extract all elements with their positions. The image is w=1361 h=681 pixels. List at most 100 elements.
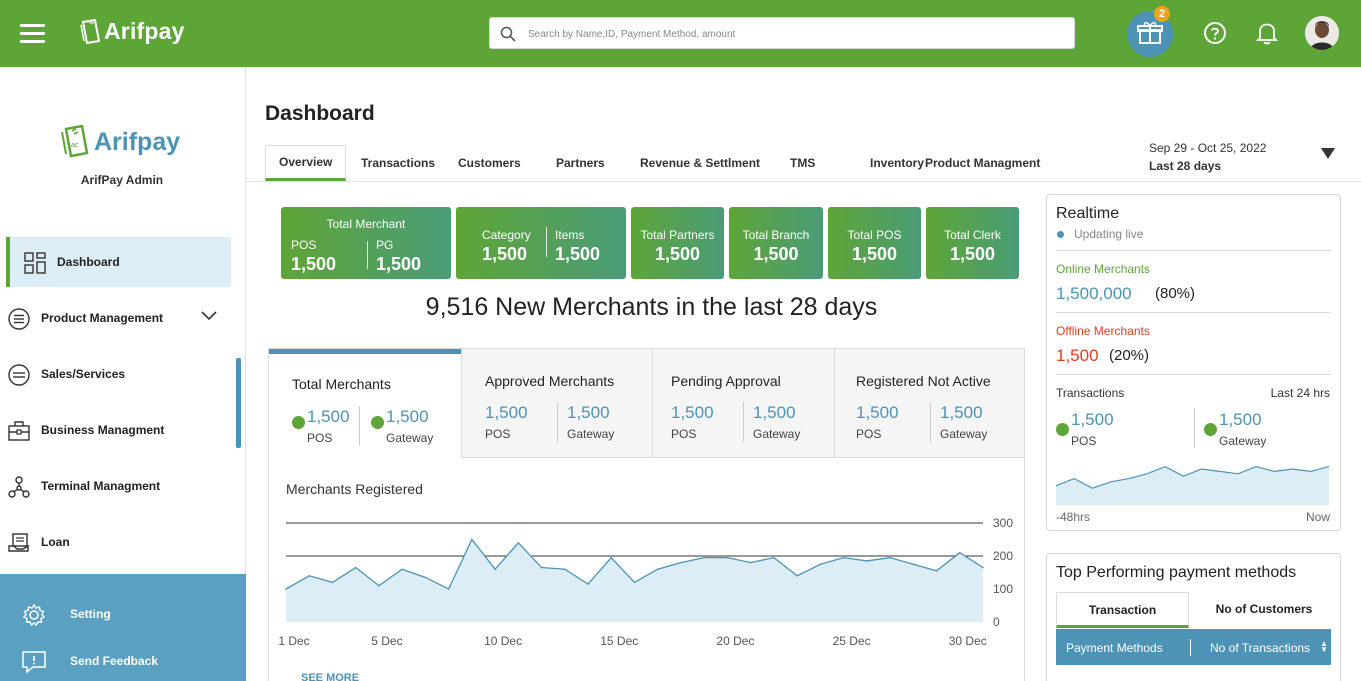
live-status: Updating live — [1074, 227, 1144, 241]
divider — [1056, 312, 1331, 313]
realtime-title: Realtime — [1056, 205, 1120, 222]
sidebar-item-send-feedback[interactable]: Send Feedback — [0, 641, 246, 681]
chevron-down-icon[interactable] — [201, 311, 217, 321]
gateway-label: Gateway — [940, 427, 988, 441]
pos-label: POS — [485, 427, 511, 441]
tab-partners[interactable]: Partners — [556, 145, 605, 181]
stat-tab-pending-approval[interactable]: Pending Approval 1,500 POS 1,500 Gateway — [652, 349, 834, 458]
divider — [1056, 374, 1331, 375]
kpi-total-pos[interactable]: Total POS 1,500 — [828, 207, 921, 279]
brand-name: Arifpay — [104, 18, 185, 44]
sidebar-item-terminal-managment[interactable]: Terminal Managment — [6, 461, 231, 511]
payment-table-header: Payment Methods No of Transactions ▲ ▼ — [1056, 629, 1331, 665]
y-tick-label: 100 — [993, 582, 1013, 596]
tab-transaction[interactable]: Transaction — [1056, 592, 1189, 628]
kpi-total-branch[interactable]: Total Branch 1,500 — [729, 207, 823, 279]
area-fill — [286, 539, 983, 622]
kpi-value: 1,500 — [851, 244, 898, 264]
top-bar: Arifpay 2 — [0, 0, 1361, 67]
data-point — [517, 542, 520, 544]
stat-tab-title: Total Merchants — [292, 376, 391, 392]
date-range-picker[interactable]: Sep 29 - Oct 25, 2022 Last 28 days — [1149, 139, 1266, 175]
data-point — [935, 570, 938, 572]
stat-tab-title: Pending Approval — [671, 373, 781, 389]
sidebar-item-label: Terminal Managment — [41, 479, 161, 493]
data-point — [285, 588, 287, 590]
pos-label: POS — [1071, 434, 1097, 448]
tab-product-managment[interactable]: Product Managment — [925, 145, 1040, 181]
new-merchants-headline: 9,516 New Merchants in the last 28 days — [425, 293, 878, 321]
search-icon — [500, 26, 516, 42]
x-tick-label: 10 Dec — [484, 634, 522, 648]
tab-customers[interactable]: Customers — [458, 145, 521, 181]
brand-logo[interactable]: Arifpay — [80, 18, 185, 45]
see-more-link[interactable]: SEE MORE — [301, 672, 359, 681]
arifpay-logo-icon: ac — [61, 125, 89, 158]
user-avatar[interactable] — [1305, 16, 1339, 50]
list-icon — [8, 308, 30, 330]
stat-tab-registered-not-active[interactable]: Registered Not Active 1,500 POS 1,500 Ga… — [834, 349, 1024, 458]
sidebar-brand-name: Arifpay — [94, 127, 181, 156]
notification-badge: 2 — [1154, 6, 1170, 22]
kpi-total-partners[interactable]: Total Partners 1,500 — [631, 207, 724, 279]
gateway-count: 1,500 — [940, 403, 983, 422]
search-bar[interactable] — [489, 17, 1075, 49]
help-icon[interactable] — [1203, 21, 1227, 45]
kpi-divider — [367, 241, 368, 269]
gateway-label: Gateway — [386, 431, 434, 445]
pos-label: POS — [307, 431, 333, 445]
column-header-no-of-transactions[interactable]: No of Transactions — [1210, 641, 1310, 655]
stat-tab-title: Approved Merchants — [485, 373, 615, 389]
data-point — [354, 566, 357, 569]
admin-name: ArifPay Admin — [80, 173, 164, 187]
sidebar-item-sales-services[interactable]: Sales/Services — [6, 349, 231, 399]
transactions-label: Transactions — [1056, 386, 1125, 400]
kpi-total-clerk[interactable]: Total Clerk 1,500 — [926, 207, 1019, 279]
data-point — [587, 583, 589, 585]
sidebar-item-label: Dashboard — [57, 255, 120, 269]
bell-icon[interactable] — [1256, 21, 1278, 45]
kpi-title: Total Partners — [640, 228, 715, 242]
stat-tab-total-merchants[interactable]: Total Merchants 1,500 POS 1,500 Gateway — [269, 349, 461, 458]
data-point — [308, 575, 311, 577]
search-input[interactable] — [528, 24, 1058, 44]
sidebar-item-product-management[interactable]: Product Management — [6, 293, 231, 343]
sort-icon[interactable]: ▲ ▼ — [1320, 640, 1328, 654]
sidebar-item-loan[interactable]: Loan — [6, 517, 231, 567]
sidebar-scrollbar[interactable] — [236, 358, 241, 448]
caret-down-icon[interactable] — [1321, 148, 1335, 159]
tab-revenue-settlment[interactable]: Revenue & Settlment — [640, 145, 760, 181]
sidebar-item-dashboard[interactable]: Dashboard — [6, 237, 231, 287]
menu-icon[interactable] — [20, 24, 45, 44]
data-point — [540, 566, 543, 569]
tab-transactions[interactable]: Transactions — [361, 145, 435, 181]
tab-no-of-customers[interactable]: No of Customers — [1197, 592, 1331, 628]
top-payment-title: Top Performing payment methods — [1056, 564, 1297, 581]
user-photo-icon — [1305, 16, 1339, 50]
top-payment-methods-card: Top Performing payment methods Transacti… — [1046, 553, 1341, 681]
sidebar-item-setting[interactable]: Setting — [0, 594, 246, 634]
gateway-count: 1,500 — [1219, 410, 1262, 429]
gateway-label: Gateway — [567, 427, 615, 441]
feedback-icon — [22, 651, 46, 674]
kpi-title: Total POS — [847, 228, 902, 242]
sidebar-item-business-managment[interactable]: Business Managment — [6, 405, 231, 455]
tab-inventory[interactable]: Inventory — [870, 145, 924, 181]
date-range-label: Last 28 days — [1149, 159, 1222, 173]
stat-divider — [557, 402, 558, 442]
data-point — [773, 556, 775, 559]
kpi-value: 1,500 — [654, 244, 701, 264]
data-point — [447, 588, 450, 590]
trend-up-icon — [371, 416, 384, 429]
stat-tab-approved-merchants[interactable]: Approved Merchants 1,500 POS 1,500 Gatew… — [461, 349, 652, 458]
sidebar-item-label: Loan — [41, 535, 70, 549]
x-tick-label: 20 Dec — [716, 634, 754, 648]
kpi-category-items[interactable]: Category 1,500 Items 1,500 — [456, 207, 626, 279]
gateway-count: 1,500 — [567, 403, 610, 422]
tab-tms[interactable]: TMS — [790, 145, 815, 181]
column-header-payment-methods[interactable]: Payment Methods — [1066, 641, 1163, 655]
kpi-value: 1,500 — [555, 244, 601, 264]
stat-divider — [930, 402, 931, 442]
tab-overview[interactable]: Overview — [265, 145, 347, 181]
kpi-total-merchant[interactable]: Total Merchant POS 1,500 PG 1,500 — [281, 207, 451, 279]
